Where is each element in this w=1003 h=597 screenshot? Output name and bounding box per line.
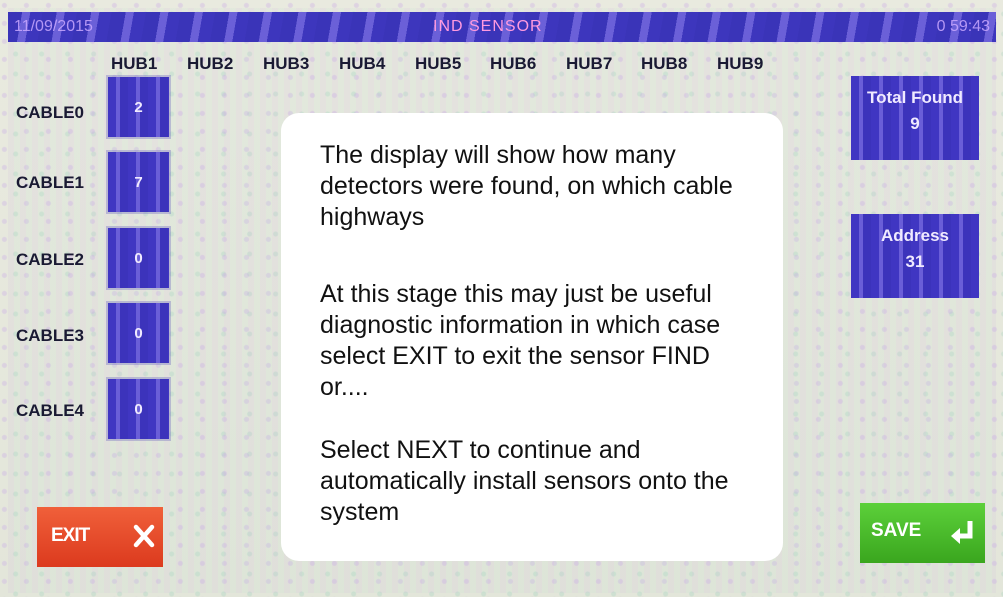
total-found-value: 9 <box>910 114 920 133</box>
cable-label-2: CABLE2 <box>16 250 85 269</box>
total-found-label: Total Found <box>867 88 963 107</box>
cable-3-hub-1-count[interactable]: 0 <box>108 303 169 363</box>
screen-title: IND SENSOR <box>433 18 543 35</box>
time-display: 0 59:43 <box>936 18 990 35</box>
hub-header-9: HUB9 <box>717 54 764 73</box>
hub-header-4: HUB4 <box>339 54 386 73</box>
cable-label-0: CABLE0 <box>16 103 85 122</box>
instruction-paragraph-2: At this stage this may just be useful di… <box>320 280 721 401</box>
cable-1-hub-1-count[interactable]: 7 <box>108 152 169 212</box>
cable-label-4: CABLE4 <box>16 401 85 420</box>
total-found-box: Total Found 9 <box>851 76 979 160</box>
hub-header-1: HUB1 <box>111 54 158 73</box>
exit-button-label: EXIT <box>51 525 90 546</box>
hub-header-7: HUB7 <box>566 54 613 73</box>
cable-label-3: CABLE3 <box>16 326 85 345</box>
hub-header-2: HUB2 <box>187 54 234 73</box>
cable-4-hub-1-count[interactable]: 0 <box>108 379 169 439</box>
address-value: 31 <box>905 252 925 271</box>
cable-label-1: CABLE1 <box>16 173 85 192</box>
close-icon <box>133 524 155 553</box>
exit-button[interactable]: EXIT <box>37 507 163 567</box>
instruction-overlay: The display will show how many detectors… <box>281 113 783 561</box>
enter-return-icon <box>950 519 976 552</box>
cable-0-hub-1-count[interactable]: 2 <box>108 77 169 137</box>
hub-header-8: HUB8 <box>641 54 688 73</box>
save-button-label: SAVE <box>871 520 922 541</box>
date-display: 11/09/2015 <box>14 18 93 35</box>
instruction-paragraph-1: The display will show how many detectors… <box>320 141 733 231</box>
save-button[interactable]: SAVE <box>860 503 985 563</box>
hub-header-5: HUB5 <box>415 54 462 73</box>
cable-2-hub-1-count[interactable]: 0 <box>108 228 169 288</box>
title-bar: 11/09/2015 IND SENSOR 0 59:43 <box>8 12 996 42</box>
address-box: Address 31 <box>851 214 979 298</box>
address-label: Address <box>880 226 950 245</box>
hub-header-6: HUB6 <box>490 54 537 73</box>
instruction-paragraph-3: Select NEXT to continue and automaticall… <box>320 436 729 526</box>
hub-header-3: HUB3 <box>263 54 310 73</box>
